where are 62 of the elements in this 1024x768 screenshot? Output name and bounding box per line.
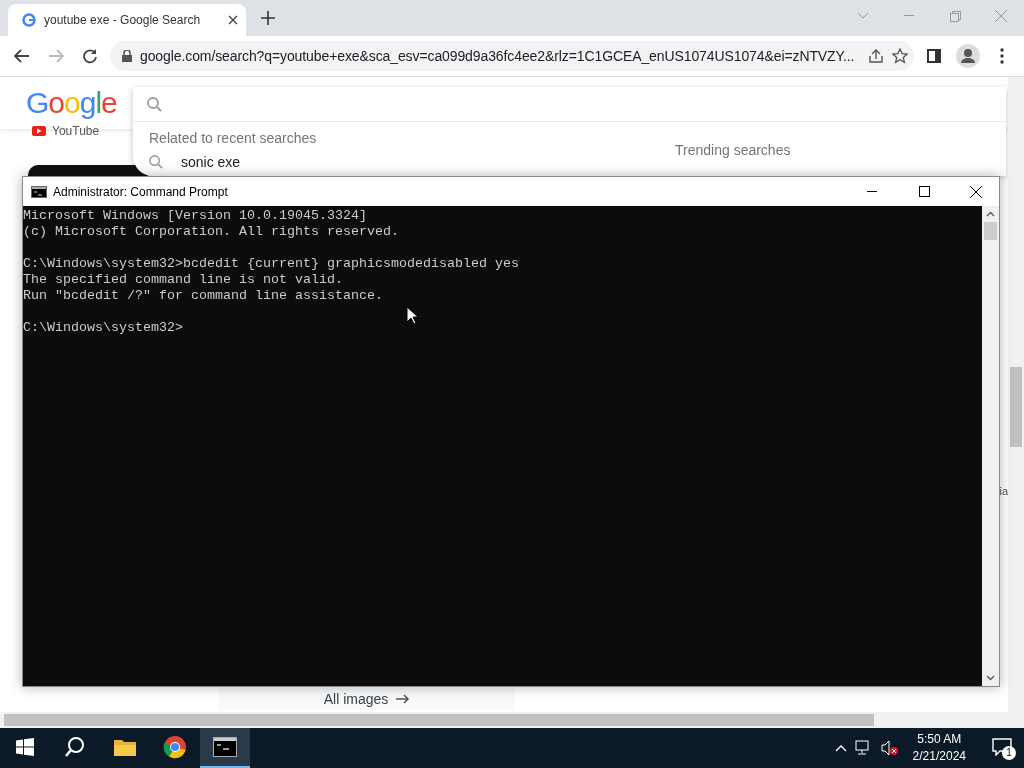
arrow-left-icon [14,49,30,63]
plus-icon [261,11,275,25]
close-icon [995,10,1007,22]
maximize-icon [918,186,930,197]
tab-title: youtube exe - Google Search [44,13,202,27]
all-images-link[interactable]: All images [219,688,515,710]
google-icon [22,13,36,27]
console-line: The specified command line is not valid. [23,272,344,288]
minimize-icon [867,190,877,193]
terminal-icon [213,737,237,757]
chevron-down-icon[interactable] [986,675,995,681]
reload-icon [82,48,98,64]
chevron-down-icon [857,12,869,20]
minimize-icon [904,15,914,17]
browser-tab[interactable]: youtube exe - Google Search [8,4,246,36]
arrow-right-icon [396,694,411,704]
url-text: google.com/search?q=youtube+exe&sca_esv=ca099d9a36fc4ee2&rlz=1C1GCEA_enUS1074US1074&ei=zNTVZY... [140,48,856,64]
folder-icon [113,737,137,757]
mouse-cursor-icon [406,306,418,325]
search-icon [147,96,162,112]
section-heading: Related to recent searches [149,130,318,146]
nav-link[interactable]: YouTube [52,124,100,138]
scroll-thumb[interactable] [984,222,997,240]
star-icon[interactable] [892,48,908,64]
suggestion[interactable]: sonic exe [181,154,241,170]
console-line: Run "bcdedit /?" for command line assistance. [23,288,384,304]
restore-icon [949,10,961,22]
person-icon [956,44,980,68]
windows-icon [16,738,34,756]
console-line: C:\Windows\system32> [23,320,184,336]
vertical-scrollbar[interactable] [982,206,999,686]
google-logo[interactable]: Google [26,86,117,120]
play-icon [32,126,46,136]
horizontal-scrollbar[interactable] [0,712,1024,728]
terminal-icon [31,185,47,198]
taskbar-button[interactable] [200,728,250,768]
scroll-thumb[interactable] [4,714,874,726]
section-heading: Trending searches [675,142,791,158]
notifications-button[interactable]: 1 [980,728,1024,768]
lock-icon [122,50,132,62]
vertical-scrollbar[interactable] [1008,77,1024,712]
close-icon [970,185,982,198]
profile-button[interactable] [954,42,982,70]
window-title: Administrator: Command Prompt [53,184,229,199]
console-line: C:\Windows\system32>bcdedit {current} graphicsmodedisabled yes [23,256,520,272]
menu-icon [1000,48,1004,64]
side-panel-icon [927,49,941,63]
scroll-thumb[interactable] [1010,367,1022,447]
message-icon [992,738,1012,756]
address-bar[interactable]: google.com/search?q=youtube+exe&sca_esv=ca099d9a36fc4ee2&rlz=1C1GCEA_enUS1074US1074&ei=zNTVZY... [110,41,914,71]
console-line: (c) Microsoft Corporation. All rights reserved. [23,224,400,240]
share-icon[interactable] [868,48,884,64]
chrome-icon [163,735,187,759]
chevron-up-icon[interactable] [986,211,995,217]
search-icon [149,155,163,169]
page-text: ia [999,485,1008,497]
muted-speaker-icon[interactable] [880,740,899,756]
search-icon [64,736,86,758]
close-icon[interactable] [228,15,238,25]
clock[interactable]: 5:50 AM 2/21/2024 [906,731,972,765]
console-line: Microsoft Windows [Version 10.0.19045.3324] [23,208,368,224]
arrow-right-icon [48,49,64,63]
